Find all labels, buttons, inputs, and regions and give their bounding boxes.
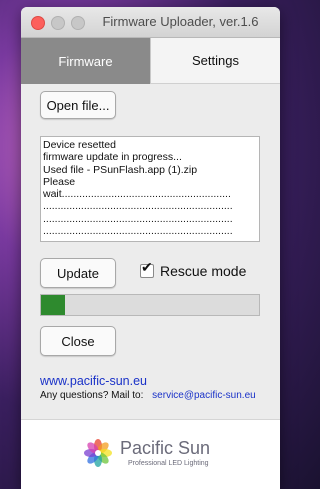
update-button[interactable]: Update	[40, 258, 116, 288]
minimize-window-icon[interactable]	[51, 16, 65, 30]
rescue-mode-option[interactable]: ✔ Rescue mode	[140, 260, 247, 279]
tab-settings[interactable]: Settings	[150, 38, 280, 84]
email-link[interactable]: service@pacific-sun.eu	[152, 390, 256, 401]
rescue-mode-label: Rescue mode	[160, 263, 247, 279]
log-line: ........................................…	[43, 212, 233, 225]
close-button[interactable]: Close	[40, 326, 116, 356]
window-title: Firmware Uploader, ver.1.6	[102, 14, 259, 29]
tab-firmware[interactable]: Firmware	[21, 38, 150, 84]
color-wheel-logo-icon	[83, 438, 113, 468]
tab-bar: Firmware Settings	[21, 38, 280, 84]
open-file-button[interactable]: Open file...	[40, 91, 116, 119]
progress-fill	[41, 295, 65, 315]
brand-name: Pacific Sun	[120, 438, 211, 458]
log-line: firmware update in progress...	[43, 151, 182, 164]
log-line: ........................................…	[43, 225, 233, 238]
progress-bar	[40, 294, 260, 316]
rescue-mode-checkbox[interactable]: ✔	[140, 260, 154, 278]
log-line: Device resetted	[43, 139, 116, 151]
close-window-icon[interactable]	[31, 16, 45, 30]
log-line: Please	[43, 175, 76, 188]
contact-prefix: Any questions? Mail to:	[40, 390, 144, 401]
log-line: ........................................…	[43, 237, 257, 241]
log-line: ........................................…	[43, 200, 233, 213]
log-line: wait....................................…	[43, 188, 231, 201]
log-output: Device resetted firmware update in progr…	[40, 136, 260, 242]
app-window: Firmware Uploader, ver.1.6 Firmware Sett…	[21, 7, 280, 489]
website-link[interactable]: www.pacific-sun.eu	[40, 374, 147, 388]
title-bar: Firmware Uploader, ver.1.6	[21, 7, 280, 38]
contact-line: Any questions? Mail to: service@pacific-…	[40, 390, 256, 401]
brand-tagline: Professional LED Lighting	[128, 460, 209, 467]
checkmark-icon: ✔	[141, 259, 153, 275]
log-line: Used file - PSunFlash.app (1).zip	[43, 163, 198, 176]
brand-footer: Pacific Sun Professional LED Lighting	[21, 419, 280, 489]
